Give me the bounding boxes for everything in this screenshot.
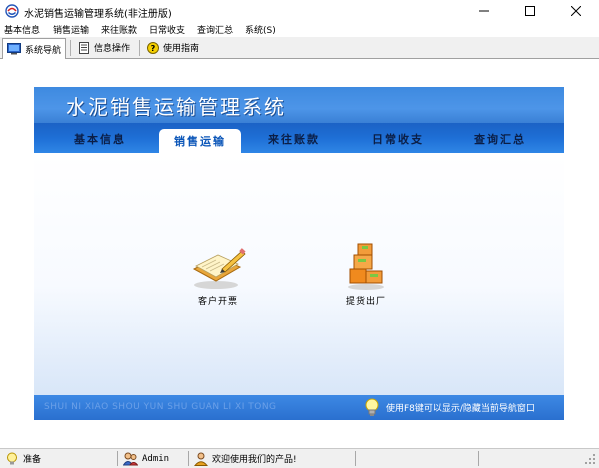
nav-tab-daily-finance[interactable]: 日常收支 — [372, 131, 424, 147]
svg-text:?: ? — [151, 44, 156, 53]
maximize-icon — [525, 6, 535, 16]
minimize-button[interactable] — [461, 0, 507, 22]
status-divider — [355, 451, 356, 466]
toolbar-divider — [70, 40, 71, 56]
tab-label: 使用指南 — [163, 44, 200, 54]
status-user: Admin — [120, 450, 169, 467]
close-icon — [571, 6, 581, 16]
f8-hint: 使用F8键可以显示/隐藏当前导航窗口 — [386, 404, 535, 414]
banner: 水泥销售运输管理系统 — [34, 87, 564, 123]
nav-tab-basic-info[interactable]: 基本信息 — [74, 131, 126, 147]
status-divider — [117, 451, 118, 466]
window-title: 水泥销售运输管理系统(非注册版) — [24, 9, 172, 20]
status-ready: 准备 — [2, 450, 41, 467]
nav-tab-query-summary[interactable]: 查询汇总 — [474, 131, 526, 147]
nav-tab-accounts[interactable]: 来往账款 — [268, 131, 320, 147]
notebook-pencil-icon — [192, 248, 246, 289]
monitor-icon — [7, 43, 21, 55]
tab-label: 信息操作 — [94, 44, 131, 54]
menu-basic-info[interactable]: 基本信息 — [4, 23, 40, 36]
tab-label: 系统导航 — [25, 45, 62, 56]
users-icon — [123, 452, 138, 465]
status-divider — [478, 451, 479, 466]
menu-query-summary[interactable]: 查询汇总 — [197, 23, 233, 36]
banner-title: 水泥销售运输管理系统 — [66, 95, 286, 119]
menu-sales-transport[interactable]: 销售运输 — [53, 23, 89, 36]
tab-info-operations[interactable]: 信息操作 — [74, 38, 134, 57]
status-divider — [188, 451, 189, 466]
tile-goods-dispatch[interactable]: 提货出厂 — [330, 241, 402, 307]
tab-system-navigation[interactable]: 系统导航 — [2, 38, 67, 59]
title-bar: 水泥销售运输管理系统(非注册版) — [0, 0, 599, 22]
tab-user-guide[interactable]: ? 使用指南 — [143, 38, 203, 57]
help-icon: ? — [147, 41, 159, 54]
minimize-icon — [479, 10, 489, 12]
tile-label: 客户开票 — [197, 297, 238, 307]
toolbar: 系统导航 信息操作 ? 使用指南 — [0, 37, 599, 59]
status-welcome-text: 欢迎使用我们的产品! — [212, 455, 297, 465]
resize-grip-icon[interactable] — [585, 454, 596, 465]
menu-daily-finance[interactable]: 日常收支 — [149, 23, 185, 36]
lightbulb-icon — [365, 398, 379, 416]
document-icon — [79, 41, 89, 54]
tile-label: 提货出厂 — [345, 297, 386, 307]
main-area: 水泥销售运输管理系统 基本信息 销售运输 来往账款 日常收支 查询汇总 客户开票… — [0, 59, 599, 448]
nav-tab-sales-transport[interactable]: 销售运输 — [159, 129, 241, 153]
panel-footer: SHUI NI XIAO SHOU YUN SHU GUAN LI XI TON… — [34, 395, 564, 420]
menu-system[interactable]: 系统(S) — [245, 23, 276, 36]
maximize-button[interactable] — [507, 0, 553, 22]
status-username: Admin — [142, 453, 170, 464]
app-logo-icon — [5, 4, 19, 18]
user-icon — [194, 452, 208, 466]
status-bar: 准备 Admin 欢迎使用我们的产品! — [0, 448, 599, 468]
close-button[interactable] — [553, 0, 599, 22]
lightbulb-icon — [7, 452, 17, 464]
tile-customer-invoice[interactable]: 客户开票 — [182, 247, 254, 307]
toolbar-divider — [139, 40, 140, 56]
navigation-panel: 水泥销售运输管理系统 基本信息 销售运输 来往账款 日常收支 查询汇总 客户开票… — [34, 87, 564, 420]
menu-bar: 基本信息 销售运输 来往账款 日常收支 查询汇总 系统(S) — [0, 22, 599, 37]
status-welcome: 欢迎使用我们的产品! — [191, 450, 297, 467]
menu-accounts[interactable]: 来往账款 — [101, 23, 137, 36]
tab-content: 客户开票 提货出厂 — [34, 153, 564, 395]
boxes-icon — [348, 243, 384, 290]
status-ready-text: 准备 — [23, 455, 42, 465]
nav-tab-strip: 基本信息 销售运输 来往账款 日常收支 查询汇总 — [34, 123, 564, 153]
footer-pinyin: SHUI NI XIAO SHOU YUN SHU GUAN LI XI TON… — [44, 402, 277, 412]
